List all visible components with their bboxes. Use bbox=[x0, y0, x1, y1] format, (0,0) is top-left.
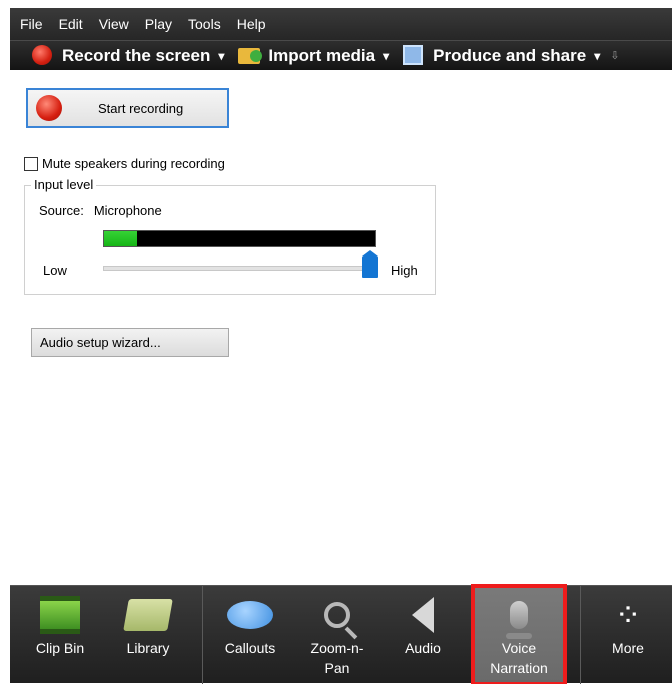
tab-label: Zoom-n- Pan bbox=[310, 640, 364, 676]
import-media-label: Import media bbox=[268, 45, 376, 65]
slider-low-label: Low bbox=[43, 263, 67, 278]
tab-voice-narration[interactable]: Voice Narration bbox=[471, 584, 567, 684]
tab-label: Clip Bin bbox=[35, 640, 85, 656]
tab-more[interactable]: ⁘ More bbox=[600, 586, 656, 684]
menu-file[interactable]: File bbox=[12, 16, 51, 32]
input-level-slider-thumb[interactable] bbox=[362, 250, 379, 278]
input-level-slider-track[interactable] bbox=[103, 266, 373, 271]
callout-icon bbox=[227, 601, 273, 629]
overflow-icon[interactable]: ⇩ bbox=[610, 49, 619, 62]
microphone-icon bbox=[506, 601, 532, 639]
input-level-fill bbox=[104, 231, 137, 246]
tab-label: Callouts bbox=[224, 640, 276, 656]
menu-bar: File Edit View Play Tools Help bbox=[10, 8, 672, 40]
tab-zoom-n-pan[interactable]: Zoom-n- Pan bbox=[302, 586, 372, 684]
tab-label: More bbox=[612, 640, 644, 656]
mute-speakers-row: Mute speakers during recording bbox=[24, 156, 225, 171]
source-label: Source: bbox=[39, 203, 84, 218]
start-recording-button[interactable]: Start recording bbox=[26, 88, 229, 128]
library-icon bbox=[123, 599, 173, 631]
produce-share-label: Produce and share bbox=[433, 45, 587, 65]
camtasia-window: File Edit View Play Tools Help Record th… bbox=[10, 8, 672, 684]
record-icon bbox=[32, 44, 54, 67]
tab-audio[interactable]: Audio bbox=[394, 586, 452, 684]
tab-label: Library bbox=[126, 640, 170, 656]
zoom-icon bbox=[324, 602, 350, 628]
folder-import-icon bbox=[238, 45, 263, 67]
input-level-title: Input level bbox=[31, 177, 97, 192]
record-icon bbox=[36, 95, 62, 121]
film-icon bbox=[40, 596, 80, 634]
menu-play[interactable]: Play bbox=[137, 16, 180, 32]
input-level-meter bbox=[103, 230, 376, 247]
input-level-group: Input level Source: Microphone Low High bbox=[24, 177, 436, 295]
slider-high-label: High bbox=[391, 263, 418, 278]
tab-clip-bin[interactable]: Clip Bin bbox=[28, 586, 92, 684]
tab-label: Voice Narration bbox=[490, 640, 548, 676]
tab-callouts[interactable]: Callouts bbox=[216, 586, 284, 684]
task-bar: Record the screen ▾ Import media ▾ Produ… bbox=[10, 40, 672, 70]
mute-speakers-checkbox[interactable] bbox=[24, 156, 38, 171]
tab-library[interactable]: Library bbox=[114, 586, 182, 684]
voice-narration-panel: Start recording Mute speakers during rec… bbox=[10, 70, 672, 585]
record-screen-button[interactable]: Record the screen ▾ bbox=[32, 44, 225, 67]
mute-speakers-label: Mute speakers during recording bbox=[42, 156, 225, 171]
tab-label: Audio bbox=[405, 640, 441, 656]
bottom-tab-bar: Clip Bin Library Callouts Zoom-n- Pan Au… bbox=[10, 584, 672, 684]
import-media-button[interactable]: Import media ▾ bbox=[238, 45, 389, 67]
chevron-down-icon: ▾ bbox=[383, 48, 390, 63]
menu-edit[interactable]: Edit bbox=[51, 16, 91, 32]
source-value: Microphone bbox=[93, 203, 162, 218]
speaker-icon bbox=[412, 597, 434, 633]
record-screen-label: Record the screen bbox=[62, 45, 211, 65]
menu-tools[interactable]: Tools bbox=[180, 16, 229, 32]
menu-help[interactable]: Help bbox=[229, 16, 274, 32]
produce-share-button[interactable]: Produce and share ▾ bbox=[403, 44, 601, 67]
audio-setup-wizard-button[interactable]: Audio setup wizard... bbox=[31, 328, 229, 357]
start-recording-label: Start recording bbox=[98, 100, 184, 116]
chevron-down-icon: ▾ bbox=[218, 48, 225, 63]
tab-divider bbox=[202, 586, 203, 684]
more-icon: ⁘ bbox=[614, 596, 642, 634]
tab-divider bbox=[580, 586, 581, 684]
produce-icon bbox=[403, 44, 425, 67]
chevron-down-icon: ▾ bbox=[594, 48, 601, 63]
menu-view[interactable]: View bbox=[91, 16, 137, 32]
source-row: Source: Microphone bbox=[39, 203, 162, 218]
